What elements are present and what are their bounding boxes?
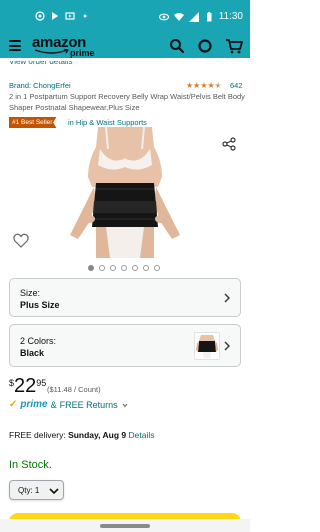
- delivery-details-link[interactable]: Details: [129, 430, 155, 440]
- carousel-dot[interactable]: [154, 265, 160, 271]
- price-fraction: 95: [36, 378, 47, 388]
- delivery-prefix: FREE delivery:: [9, 430, 66, 440]
- product-title: 2 in 1 Postpartum Support Recovery Belly…: [9, 92, 245, 112]
- delivery-info: FREE delivery: Sunday, Aug 9 Details: [9, 430, 155, 440]
- heart-icon[interactable]: [13, 233, 29, 248]
- battery-icon: [206, 11, 212, 21]
- star-icon: ★: [186, 81, 194, 90]
- view-order-details-link[interactable]: View order details: [9, 61, 72, 66]
- chevron-right-icon: [224, 341, 230, 351]
- prime-connector: &: [50, 399, 57, 410]
- half-star-icon: ★: [214, 81, 222, 90]
- free-returns-link[interactable]: FREE Returns: [60, 400, 118, 410]
- whatsapp-icon: [35, 11, 45, 21]
- cart-icon[interactable]: [225, 38, 243, 54]
- swatch-thumbnail: [196, 335, 218, 358]
- app-header: amazon prime: [0, 34, 250, 58]
- play-store-icon: [52, 12, 58, 20]
- status-left-icons: [35, 11, 90, 21]
- color-selector[interactable]: 2 Colors: Black: [9, 324, 241, 367]
- star-rating[interactable]: ★ ★ ★ ★ ★: [186, 81, 222, 90]
- dot-icon: [83, 14, 87, 18]
- signal-icon: [188, 11, 199, 22]
- media-icon: [65, 12, 75, 20]
- chevron-right-icon: [224, 293, 230, 303]
- star-icon: ★: [207, 81, 215, 90]
- brand-link[interactable]: Brand: ChongErfei: [9, 81, 71, 90]
- best-seller-badge: #1 Best Seller: [9, 117, 57, 128]
- carousel-dot[interactable]: [110, 265, 116, 271]
- prime-free-returns[interactable]: ✓ prime & FREE Returns: [9, 399, 128, 410]
- status-right-icons: 11:30: [158, 11, 243, 22]
- smile-arrow-icon: [34, 49, 69, 54]
- quantity-label: Qty: 1: [18, 486, 40, 495]
- wifi-icon: [173, 12, 184, 21]
- carousel-dot[interactable]: [132, 265, 138, 271]
- prime-check-icon: ✓: [9, 399, 18, 410]
- chevron-down-icon: [122, 403, 128, 407]
- carousel-dot[interactable]: [88, 265, 94, 271]
- status-time: 11:30: [218, 11, 243, 22]
- prime-label: prime: [20, 399, 48, 410]
- search-icon[interactable]: [169, 38, 185, 54]
- rating-count[interactable]: 642: [230, 81, 243, 90]
- chevron-down-icon: [49, 488, 59, 495]
- amazon-prime-logo[interactable]: amazon prime: [32, 35, 98, 58]
- menu-icon[interactable]: [9, 40, 21, 51]
- quantity-dropdown[interactable]: Qty: 1: [9, 480, 64, 500]
- image-carousel-dots[interactable]: [88, 265, 160, 271]
- product-image[interactable]: [66, 127, 184, 258]
- price-whole: 22: [14, 375, 37, 397]
- carousel-dot[interactable]: [99, 265, 105, 271]
- carousel-dot[interactable]: [143, 265, 149, 271]
- color-value: Black: [20, 348, 45, 358]
- status-bar: 11:30: [0, 0, 250, 34]
- color-label: 2 Colors:: [20, 336, 57, 346]
- delivery-date: Sunday, Aug 9: [68, 430, 127, 440]
- eye-icon: [158, 13, 169, 20]
- size-label: Size:: [20, 288, 41, 298]
- price: $ 22 95: [9, 375, 46, 397]
- star-icon: ★: [193, 81, 201, 90]
- size-selector[interactable]: Size: Plus Size: [9, 278, 241, 317]
- home-gesture-handle[interactable]: [100, 524, 150, 528]
- size-value: Plus Size: [20, 300, 60, 310]
- share-icon[interactable]: [222, 137, 236, 151]
- unit-price: ($11.48 / Count): [47, 385, 101, 394]
- alexa-icon[interactable]: [197, 38, 213, 54]
- logo-prime: prime: [70, 48, 95, 58]
- system-nav-bar: [0, 519, 250, 532]
- stock-status: In Stock.: [9, 459, 52, 471]
- color-swatch-image[interactable]: [194, 332, 220, 360]
- carousel-dot[interactable]: [121, 265, 127, 271]
- star-icon: ★: [200, 81, 208, 90]
